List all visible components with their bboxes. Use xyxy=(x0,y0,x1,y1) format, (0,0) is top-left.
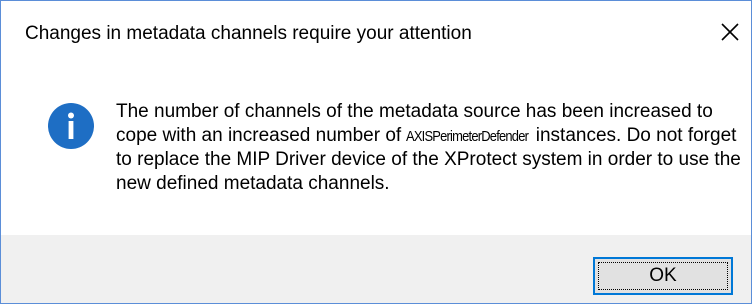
dialog-footer: OK xyxy=(1,235,751,303)
info-icon xyxy=(48,103,94,149)
ok-button[interactable]: OK xyxy=(593,257,733,295)
message-highlight-text: AXISPerimeterDefender xyxy=(406,127,529,145)
dialog-content: The number of channels of the metadata s… xyxy=(1,65,751,235)
close-button[interactable] xyxy=(713,15,747,49)
title-bar: Changes in metadata channels require you… xyxy=(1,1,751,65)
message-dialog: Changes in metadata channels require you… xyxy=(0,0,752,304)
ok-button-label: OK xyxy=(649,265,677,286)
close-icon xyxy=(721,23,739,41)
dialog-title: Changes in metadata channels require you… xyxy=(25,23,472,44)
dialog-message: The number of channels of the metadata s… xyxy=(116,100,741,195)
